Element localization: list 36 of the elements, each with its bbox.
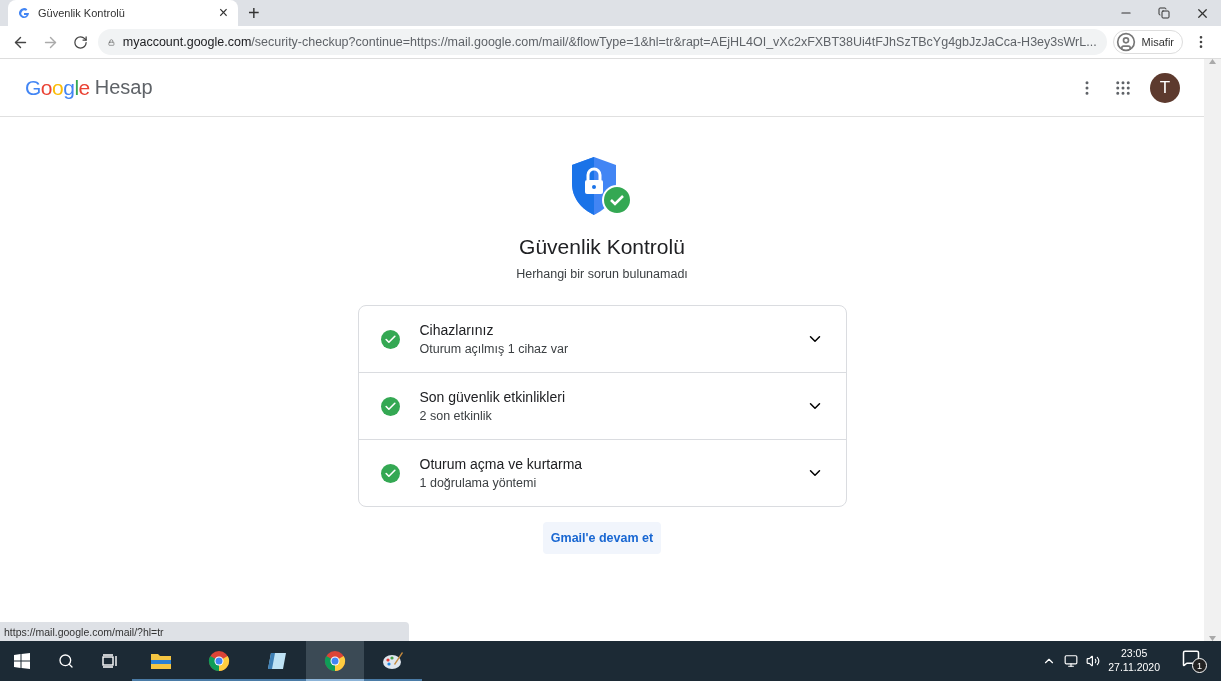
url-text: myaccount.google.com/security-checkup?continue=https://mail.google.com/mail/&flowType=1&hl=tr&rapt=AEjHL4OI_vXc2xFXBT38Ui4tFJhSzTBcYg4gbJzJaCca-H3ey3sWrL... (122, 35, 1097, 49)
close-tab-button[interactable]: × (218, 5, 228, 21)
new-tab-button[interactable]: + (238, 0, 270, 26)
page-title: Güvenlik Kontrolü (519, 235, 685, 259)
checkup-row[interactable]: Son güvenlik etkinlikleri 2 son etkinlik (358, 372, 846, 439)
notification-count: 1 (1192, 658, 1207, 673)
product-name: Hesap (94, 76, 153, 99)
avatar[interactable]: T (1150, 72, 1180, 103)
volume-icon[interactable] (1086, 654, 1101, 668)
checkup-row[interactable]: Cihazlarınız Oturum açılmış 1 cihaz var (358, 306, 846, 372)
page-subtitle: Herhangi bir sorun bulunamadı (516, 267, 688, 281)
row-title: Son güvenlik etkinlikleri (419, 389, 567, 405)
tab-title: Güvenlik Kontrolü (38, 7, 126, 19)
lock-icon (108, 36, 115, 48)
apps-icon[interactable] (1114, 78, 1132, 97)
person-icon (1115, 32, 1136, 52)
chrome-icon[interactable] (208, 650, 230, 672)
network-icon[interactable] (1064, 654, 1079, 668)
continue-button[interactable]: Gmail'e devam et (542, 522, 662, 554)
checkup-row[interactable]: Oturum açma ve kurtarma 1 doğrulama yöntemi (358, 439, 846, 506)
google-icon (18, 7, 30, 19)
google-logo: Google (25, 75, 90, 100)
notepad-icon[interactable] (266, 651, 288, 671)
profile-button[interactable]: Misafir (1112, 30, 1183, 54)
palette-icon[interactable] (382, 650, 404, 672)
browser-tab[interactable]: Güvenlik Kontrolü × (8, 0, 238, 26)
address-bar[interactable]: myaccount.google.com/security-checkup?continue=https://mail.google.com/mail/&flowType=1&hl=tr&rapt=AEjHL4OI_vXc2xFXBT38Ui4tFJhSzTBcYg4gbJzJaCca-H3ey3sWrL... (98, 29, 1107, 55)
chrome-icon[interactable] (324, 650, 346, 672)
folder-icon[interactable] (150, 652, 172, 670)
row-detail: 2 son etkinlik (419, 409, 493, 423)
clock[interactable]: 23:05 27.11.2020 (1108, 647, 1160, 675)
row-detail: Oturum açılmış 1 cihaz var (419, 342, 570, 356)
row-title: Cihazlarınız (419, 322, 495, 338)
row-detail: 1 doğrulama yöntemi (419, 476, 538, 490)
status-url: https://mail.google.com/mail/?hl=tr (0, 622, 409, 641)
row-title: Oturum açma ve kurtarma (419, 456, 584, 472)
